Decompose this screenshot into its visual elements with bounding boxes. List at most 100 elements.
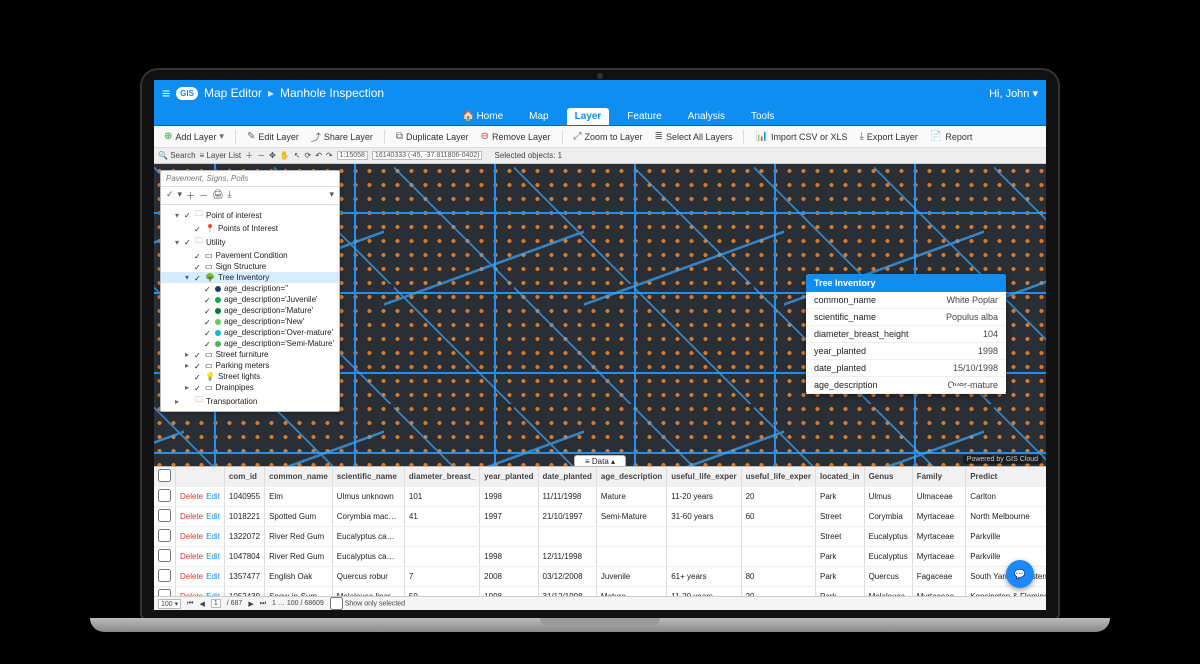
edit-row-button[interactable]: Edit: [206, 512, 220, 521]
layer-filter-input[interactable]: [166, 174, 334, 183]
delete-row-button[interactable]: Delete: [180, 552, 203, 561]
remove-layer-button[interactable]: ⊖Remove Layer: [477, 129, 555, 144]
redo-button[interactable]: ↷: [326, 151, 333, 160]
edit-row-button[interactable]: Edit: [206, 592, 220, 596]
column-header[interactable]: year_planted: [480, 467, 538, 487]
expand-toggle-icon[interactable]: ▾: [173, 211, 181, 220]
scale-field[interactable]: 1:15058: [337, 151, 368, 160]
layer-node[interactable]: ▾✓🌳Tree Inventory: [161, 272, 339, 283]
layer-tree[interactable]: ▾✓🗀Point of interest✓📍Points of Interest…: [161, 205, 339, 411]
expand-toggle-icon[interactable]: ▾: [183, 273, 191, 282]
column-header[interactable]: com_id: [224, 467, 264, 487]
tab-feature[interactable]: Feature: [619, 108, 669, 125]
layer-node[interactable]: ✓age_description='Over-mature': [161, 327, 339, 338]
select-all-checkbox[interactable]: [154, 467, 176, 487]
add-folder-icon[interactable]: ＋: [186, 189, 195, 202]
app-title[interactable]: Map Editor: [204, 86, 262, 100]
layer-list-button[interactable]: ≡ Layer List: [200, 151, 242, 160]
page-number-input[interactable]: 1: [211, 599, 221, 608]
table-row[interactable]: DeleteEdit1018221Spotted GumCorymbia mac…: [154, 507, 1046, 527]
next-page-button[interactable]: ▶: [248, 600, 253, 608]
row-checkbox[interactable]: [154, 567, 176, 587]
delete-row-button[interactable]: Delete: [180, 572, 203, 581]
edit-row-button[interactable]: Edit: [206, 572, 220, 581]
brand-logo[interactable]: GIS: [176, 87, 198, 100]
map-canvas[interactable]: ✓ ▾ ＋ － 🖨 ⤓ ▾ ▾✓🗀Point of interest✓📍Poin…: [154, 164, 1046, 466]
expand-toggle-icon[interactable]: ▸: [183, 361, 191, 370]
visibility-checkbox[interactable]: ✓: [194, 351, 202, 359]
visibility-checkbox[interactable]: ✓: [194, 373, 202, 381]
tab-layer[interactable]: Layer: [567, 108, 610, 125]
row-checkbox[interactable]: [154, 587, 176, 597]
visibility-checkbox[interactable]: ✓: [204, 285, 212, 293]
column-header[interactable]: date_planted: [538, 467, 596, 487]
row-checkbox[interactable]: [154, 507, 176, 527]
duplicate-layer-button[interactable]: ⧉Duplicate Layer: [392, 129, 473, 144]
layer-node[interactable]: ▸✓▭Parking meters: [161, 360, 339, 371]
zoom-in-button[interactable]: ＋: [245, 150, 253, 161]
zoom-out-button[interactable]: －: [257, 150, 265, 161]
visibility-checkbox[interactable]: ✓: [194, 252, 202, 260]
project-name[interactable]: Manhole Inspection: [280, 86, 384, 100]
page-size-select[interactable]: 100 ▾: [158, 599, 181, 609]
tab-map[interactable]: Map: [521, 108, 556, 125]
column-header[interactable]: diameter_breast_: [404, 467, 479, 487]
add-layer-button[interactable]: ⊕Add Layer ▾: [160, 129, 228, 144]
visibility-checkbox[interactable]: ✓: [204, 307, 212, 315]
visibility-checkbox[interactable]: ✓: [184, 211, 192, 219]
report-button[interactable]: 📄Report: [926, 129, 976, 144]
refresh-button[interactable]: ⟳: [305, 151, 312, 160]
export-icon[interactable]: ⤓: [228, 189, 232, 202]
prev-page-button[interactable]: ◀: [199, 600, 204, 608]
tab-tools[interactable]: Tools: [743, 108, 782, 125]
visibility-checkbox[interactable]: ✓: [194, 225, 202, 233]
delete-row-button[interactable]: Delete: [180, 532, 203, 541]
visibility-checkbox[interactable]: ✓: [204, 318, 212, 326]
table-row[interactable]: DeleteEdit1052439Snow-in-Sum…Melaleuca l…: [154, 587, 1046, 597]
attribute-table[interactable]: com_idcommon_namescientific_namediameter…: [154, 466, 1046, 596]
edit-layer-button[interactable]: ✎Edit Layer: [243, 129, 303, 144]
print-icon[interactable]: 🖨: [212, 189, 223, 202]
select-all-layers-button[interactable]: ≣Select All Layers: [651, 129, 737, 144]
column-header[interactable]: age_description: [596, 467, 666, 487]
row-checkbox[interactable]: [154, 527, 176, 547]
tab-home[interactable]: 🏠Home: [454, 108, 511, 125]
panel-menu-icon[interactable]: ▾: [329, 189, 334, 202]
check-all-icon[interactable]: ✓: [166, 189, 174, 202]
expand-toggle-icon[interactable]: ▸: [183, 383, 191, 392]
layer-node[interactable]: ✓age_description='Semi-Mature': [161, 338, 339, 349]
undo-button[interactable]: ↶: [315, 151, 322, 160]
layer-node[interactable]: ▸✓▭Drainpipes: [161, 382, 339, 393]
expand-toggle-icon[interactable]: ▸: [173, 397, 181, 406]
import-csv-button[interactable]: 📊Import CSV or XLS: [751, 129, 851, 144]
layer-node[interactable]: ✓▭Sign Structure: [161, 261, 339, 272]
show-only-selected[interactable]: Show only selected: [330, 597, 405, 610]
share-layer-button[interactable]: ⤴Share Layer: [307, 127, 377, 146]
layer-folder[interactable]: ▾✓🗀Point of interest: [161, 207, 339, 223]
zoom-to-layer-button[interactable]: ⤢Zoom to Layer: [570, 129, 647, 144]
visibility-checkbox[interactable]: ✓: [184, 238, 192, 246]
pan-button[interactable]: ✋: [280, 151, 290, 160]
column-header[interactable]: useful_life_exper: [667, 467, 741, 487]
row-checkbox[interactable]: [154, 547, 176, 567]
visibility-checkbox[interactable]: ✓: [194, 384, 202, 392]
layer-node[interactable]: ✓📍Points of Interest: [161, 223, 339, 234]
layer-node[interactable]: ▸✓▭Street furniture: [161, 349, 339, 360]
layer-folder[interactable]: ▸🗀Transportation: [161, 393, 339, 409]
visibility-checkbox[interactable]: ✓: [194, 263, 202, 271]
visibility-checkbox[interactable]: ✓: [204, 296, 212, 304]
table-row[interactable]: DeleteEdit1322072River Red GumEucalyptus…: [154, 527, 1046, 547]
visibility-checkbox[interactable]: ✓: [194, 274, 202, 282]
table-row[interactable]: DeleteEdit1040955ElmUlmus unknown1011998…: [154, 487, 1046, 507]
visibility-checkbox[interactable]: [184, 397, 192, 405]
column-header[interactable]: useful_life_exper: [741, 467, 815, 487]
column-header[interactable]: Family: [912, 467, 965, 487]
pointer-button[interactable]: ↖: [294, 151, 301, 160]
column-header[interactable]: common_name: [265, 467, 333, 487]
hamburger-menu-icon[interactable]: ≡: [162, 85, 170, 101]
remove-folder-icon[interactable]: －: [199, 189, 208, 202]
expand-toggle-icon[interactable]: ▸: [183, 350, 191, 359]
tab-analysis[interactable]: Analysis: [680, 108, 733, 125]
table-row[interactable]: DeleteEdit1357477English OakQuercus robu…: [154, 567, 1046, 587]
edit-row-button[interactable]: Edit: [206, 492, 220, 501]
